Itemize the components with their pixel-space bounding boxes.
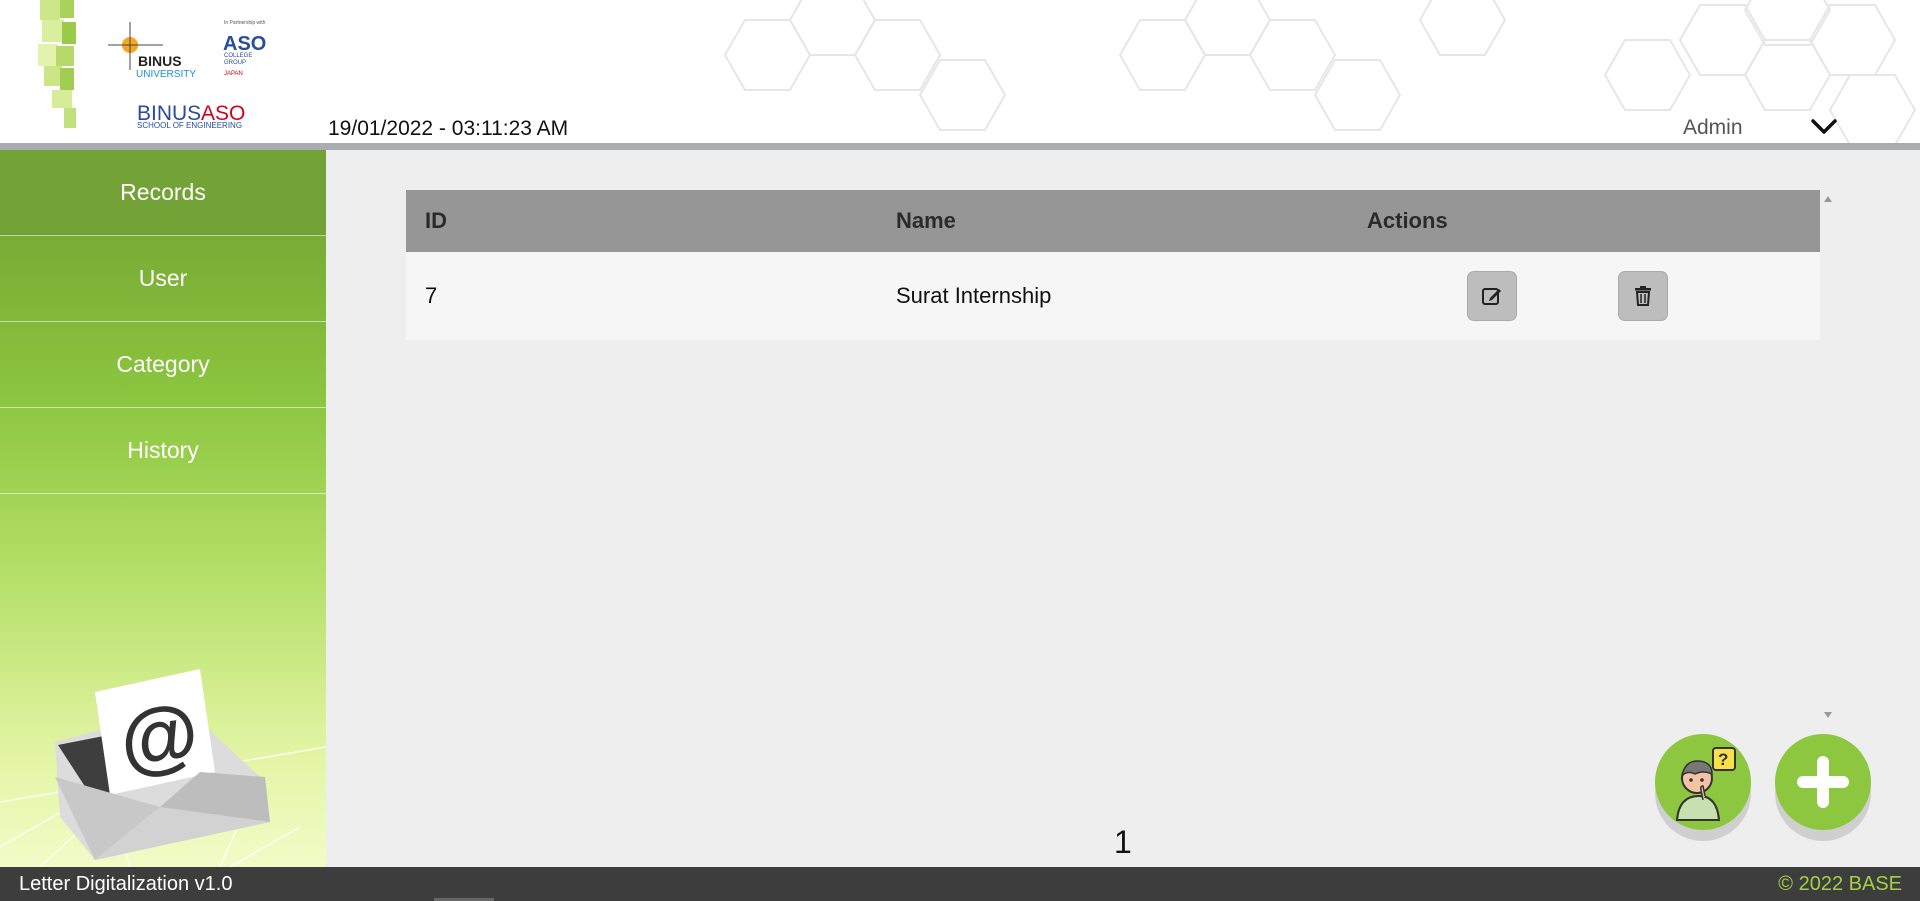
scroll-up-arrow[interactable] [1824,196,1832,202]
copyright: © 2022 BASE [1778,873,1902,895]
logo-group: BINUS UNIVERSITY In Partnership with ASO… [38,0,266,130]
app-header: BINUS UNIVERSITY In Partnership with ASO… [0,0,1920,143]
table-row: 7 Surat Internship [406,252,1820,340]
cell-id: 7 [425,283,438,308]
sidebar-item-user[interactable]: User [0,236,326,322]
sidebar-item-records[interactable]: Records [0,150,326,236]
current-datetime: 19/01/2022 - 03:11:23 AM [328,117,569,140]
app-footer: Letter Digitalization v1.0 © 2022 BASE [0,867,1920,901]
main-content: ID Name Actions 7 Surat Internship 1 ? [326,150,1920,867]
pagination-page-1[interactable]: 1 [1114,824,1132,861]
help-button[interactable]: ? [1655,734,1751,830]
svg-text:In Partnership with: In Partnership with [224,20,266,26]
svg-text:UNIVERSITY: UNIVERSITY [136,69,196,80]
sidebar-item-history[interactable]: History [0,408,326,494]
table-header: ID Name Actions [406,190,1820,252]
binus-university-logo: BINUS UNIVERSITY [108,22,196,80]
svg-text:@: @ [114,687,204,786]
column-header-id: ID [425,208,447,233]
user-name[interactable]: Admin [1683,116,1743,140]
edit-icon [1482,288,1501,305]
sidebar: Records User Category History @ [0,150,326,867]
cell-name: Surat Internship [896,283,1052,308]
scroll-down-arrow[interactable] [1824,712,1832,718]
delete-button[interactable] [1618,271,1668,321]
svg-text:SCHOOL OF ENGINEERING: SCHOOL OF ENGINEERING [137,121,242,130]
svg-text:JAPAN: JAPAN [224,71,243,77]
records-table: ID Name Actions 7 Surat Internship [406,190,1820,340]
sidebar-item-category[interactable]: Category [0,322,326,408]
column-header-name: Name [896,208,956,233]
envelope-at-icon: @ [0,669,326,867]
app-version: Letter Digitalization v1.0 [19,873,233,895]
svg-text:ASO: ASO [223,33,266,55]
header-divider [0,143,1920,150]
add-button[interactable] [1775,734,1871,830]
trash-icon [1635,286,1651,306]
aso-college-logo: In Partnership with ASO COLLEGE GROUP JA… [223,20,266,77]
plus-icon [1797,756,1849,808]
help-person-icon: ? [1675,747,1736,821]
hexagon-background [723,0,1917,143]
svg-text:?: ? [1718,750,1728,769]
svg-text:COLLEGE: COLLEGE [224,53,252,59]
edit-button[interactable] [1467,271,1517,321]
column-header-actions: Actions [1367,208,1448,233]
binus-aso-engineering-logo: BINUS ASO SCHOOL OF ENGINEERING [137,102,245,130]
green-pixel-strip [38,0,76,128]
svg-text:GROUP: GROUP [224,60,246,66]
svg-text:BINUS: BINUS [138,53,182,69]
chevron-down-icon[interactable] [1810,117,1838,137]
